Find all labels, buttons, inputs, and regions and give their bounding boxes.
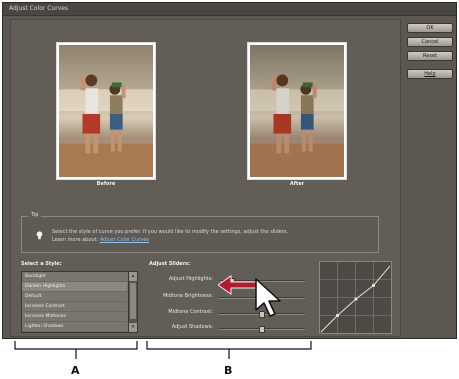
slider-midtone-contrast: Midtone Contrast: (153, 308, 317, 318)
window-title: Adjust Color Curves (9, 5, 69, 12)
callout-b: B (146, 339, 312, 377)
after-label: After (289, 181, 305, 187)
mouse-pointer-icon (255, 278, 281, 317)
callout-b-label: B (224, 364, 233, 377)
dialog-buttons: OK Cancel Reset Help (407, 23, 453, 83)
cancel-button[interactable]: Cancel (407, 37, 453, 47)
before-preview (56, 42, 156, 180)
style-item-default[interactable]: Default (22, 292, 127, 302)
after-photo (250, 45, 344, 177)
style-item-backlight[interactable]: Backlight (22, 272, 127, 282)
slider-label-shadows: Adjust Shadows: (171, 324, 213, 330)
tip-learn-prefix: Learn more about: (52, 237, 99, 243)
select-style-label: Select a Style: (21, 261, 62, 267)
before-photo (59, 45, 153, 177)
style-list-scrollbar[interactable]: ▴ ▾ (128, 272, 137, 332)
lightbulb-icon (36, 231, 43, 240)
tip-learn-more: Learn more about: Adjust Color Curves (52, 236, 288, 244)
tip-text: Select the style of curve you prefer. If… (52, 228, 288, 244)
callout-a: A (14, 339, 138, 377)
adjust-sliders-label: Adjust Sliders: (149, 261, 191, 267)
style-item-increase-midtones[interactable]: Increase Midtones (22, 312, 127, 322)
tip-message: Select the style of curve you prefer. If… (52, 229, 289, 235)
scroll-down-icon[interactable]: ▾ (129, 323, 137, 332)
style-item-increase-contrast[interactable]: Increase Contrast (22, 302, 127, 312)
slider-track[interactable] (219, 326, 305, 333)
curve-graph (319, 261, 392, 334)
reset-button[interactable]: Reset (407, 51, 453, 61)
tip-box: Tip Select the style of curve you prefer… (21, 212, 379, 253)
slider-label-midtone-brightness: Midtone Brightness: (162, 293, 213, 299)
tip-label: Tip (28, 212, 42, 218)
slider-adjust-shadows: Adjust Shadows: (153, 323, 317, 333)
after-preview (247, 42, 347, 180)
scroll-thumb[interactable] (130, 283, 136, 319)
callout-a-label: A (71, 364, 80, 377)
help-button[interactable]: Help (407, 69, 453, 79)
ok-button[interactable]: OK (407, 23, 453, 33)
slider-label-midtone-contrast: Midtone Contrast: (168, 309, 213, 315)
before-label: Before (96, 181, 116, 187)
style-item-lighten-shadows[interactable]: Lighten Shadows (22, 322, 127, 332)
slider-thumb[interactable] (259, 326, 265, 333)
scroll-up-icon[interactable]: ▴ (129, 272, 137, 281)
style-item-darken-highlights[interactable]: Darken Highlights (22, 282, 127, 292)
style-listbox[interactable]: Backlight Darken Highlights Default Incr… (21, 271, 138, 333)
title-bar: Adjust Color Curves (3, 3, 456, 16)
slider-label-highlights: Adjust Highlights: (168, 276, 213, 282)
learn-more-link[interactable]: Adjust Color Curves (100, 237, 149, 243)
